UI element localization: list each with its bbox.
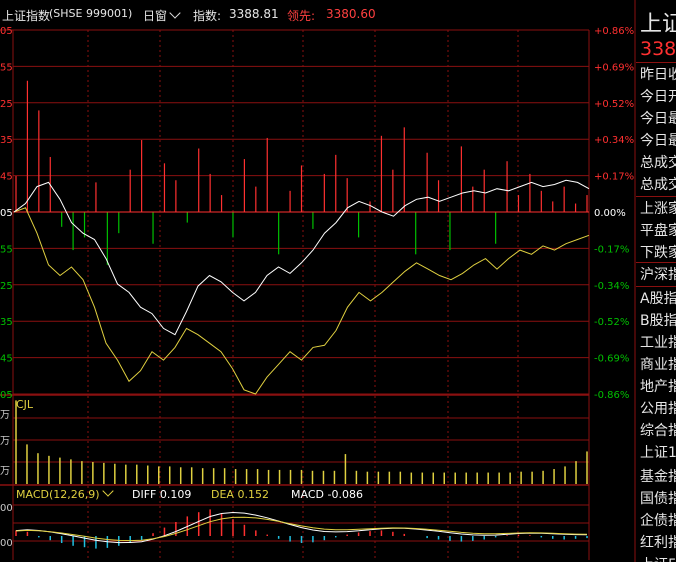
panel-row[interactable]: 上证5	[640, 554, 676, 562]
y-tick-label-right: -0.86%	[594, 390, 629, 401]
panel-row[interactable]: A股指	[640, 288, 676, 308]
panel-row: 今日最	[640, 111, 676, 127]
panel-row[interactable]: 基金指	[640, 466, 676, 486]
panel-row[interactable]: 上证1	[640, 442, 676, 462]
panel-row: 今日开	[640, 89, 676, 105]
y-tick-label-right: +0.69%	[594, 62, 634, 73]
volume-tick-label: 万	[0, 410, 10, 421]
dea-label: DEA	[211, 488, 234, 501]
panel-row: 上涨家	[640, 201, 676, 217]
macd-indicator-dropdown[interactable]: MACD(12,26,9)	[16, 485, 114, 501]
chevron-down-icon	[169, 7, 181, 19]
y-tick-label-right: +0.17%	[594, 172, 634, 183]
macd-readout: MACD -0.086	[291, 488, 363, 501]
panel-row[interactable]: 沪深指	[640, 264, 676, 284]
dea-readout: DEA 0.152	[211, 488, 269, 501]
y-tick-label-right: 0.00%	[594, 208, 626, 219]
y-tick-label-left: 55	[0, 62, 13, 73]
chart-canvas[interactable]: +0.86%05+0.69%55+0.52%25+0.34%35+0.17%45…	[0, 0, 676, 562]
y-tick-label-left: 55	[0, 244, 13, 255]
volume-tick-label: 万	[0, 436, 10, 447]
panel-row[interactable]: 企债指	[640, 510, 676, 530]
panel-row[interactable]: 红利指	[640, 532, 676, 552]
panel-row[interactable]: 地产指	[640, 376, 676, 396]
y-tick-label-right: -0.34%	[594, 281, 629, 292]
y-tick-label-left: 45	[0, 354, 13, 365]
lead-value: 3380.60	[326, 7, 376, 21]
dea-value: 0.152	[237, 488, 269, 501]
y-tick-label-left: 05	[0, 208, 13, 219]
volume-tick-label: 万	[0, 466, 10, 477]
y-tick-label-left: 25	[0, 281, 13, 292]
y-tick-label-left: 05	[0, 390, 13, 401]
macd-value: -0.086	[327, 488, 363, 501]
panel-title: 上证	[640, 12, 676, 37]
panel-row: 总成交	[640, 155, 676, 171]
panel-separator	[636, 62, 676, 63]
panel-row: 下跌家	[640, 245, 676, 261]
lead-label: 领先:	[287, 9, 316, 23]
y-tick-label-right: +0.52%	[594, 99, 634, 110]
quote-side-panel: 上证 3388 昨日收今日开今日最今日最总成交总成交上涨家平盘家下跌家沪深指A股…	[636, 0, 676, 562]
panel-row: 今日最	[640, 133, 676, 149]
panel-row[interactable]: 综合指	[640, 420, 676, 440]
panel-row[interactable]: 国债指	[640, 488, 676, 508]
panel-row[interactable]: 工业指	[640, 332, 676, 352]
panel-row: 平盘家	[640, 223, 676, 239]
y-tick-label-left: 25	[0, 99, 13, 110]
macd-label: MACD(12,26,9)	[16, 488, 100, 501]
macd-value-label: MACD	[291, 488, 324, 501]
panel-row[interactable]: 公用指	[640, 398, 676, 418]
index-title: 上证指数	[2, 9, 51, 23]
diff-readout: DIFF 0.109	[132, 488, 191, 501]
macd-tick-label: 00	[0, 503, 13, 514]
index-value: 3388.81	[229, 7, 279, 21]
panel-row: 昨日收	[640, 67, 676, 83]
index-code: (SHSE 999001)	[49, 7, 133, 20]
y-tick-label-right: +0.34%	[594, 135, 634, 146]
y-tick-label-left: 35	[0, 317, 13, 328]
y-tick-label-right: -0.69%	[594, 354, 629, 365]
chart-header: 上证指数 (SHSE 999001) 日窗 指数: 3388.81 领先: 33…	[0, 0, 612, 30]
y-tick-label-left: 35	[0, 135, 13, 146]
period-label: 日窗	[143, 9, 168, 23]
diff-value: 0.109	[159, 488, 192, 501]
index-label: 指数:	[193, 9, 222, 23]
diff-label: DIFF	[132, 488, 157, 501]
period-dropdown[interactable]: 日窗	[143, 7, 181, 24]
panel-separator	[636, 262, 676, 263]
lead-line	[13, 207, 590, 395]
panel-separator	[636, 196, 676, 197]
panel-row[interactable]: 商业指	[640, 354, 676, 374]
y-tick-label-right: -0.17%	[594, 244, 629, 255]
macd-tick-label: 00	[0, 538, 13, 549]
panel-separator	[636, 286, 676, 287]
panel-row: 总成交	[640, 177, 676, 193]
y-tick-label-right: -0.52%	[594, 317, 629, 328]
y-tick-label-left: 45	[0, 172, 13, 183]
chevron-down-icon	[101, 485, 114, 497]
volume-label: CJL	[16, 398, 34, 411]
panel-row[interactable]: B股指	[640, 310, 676, 330]
panel-price: 3388	[640, 38, 676, 60]
